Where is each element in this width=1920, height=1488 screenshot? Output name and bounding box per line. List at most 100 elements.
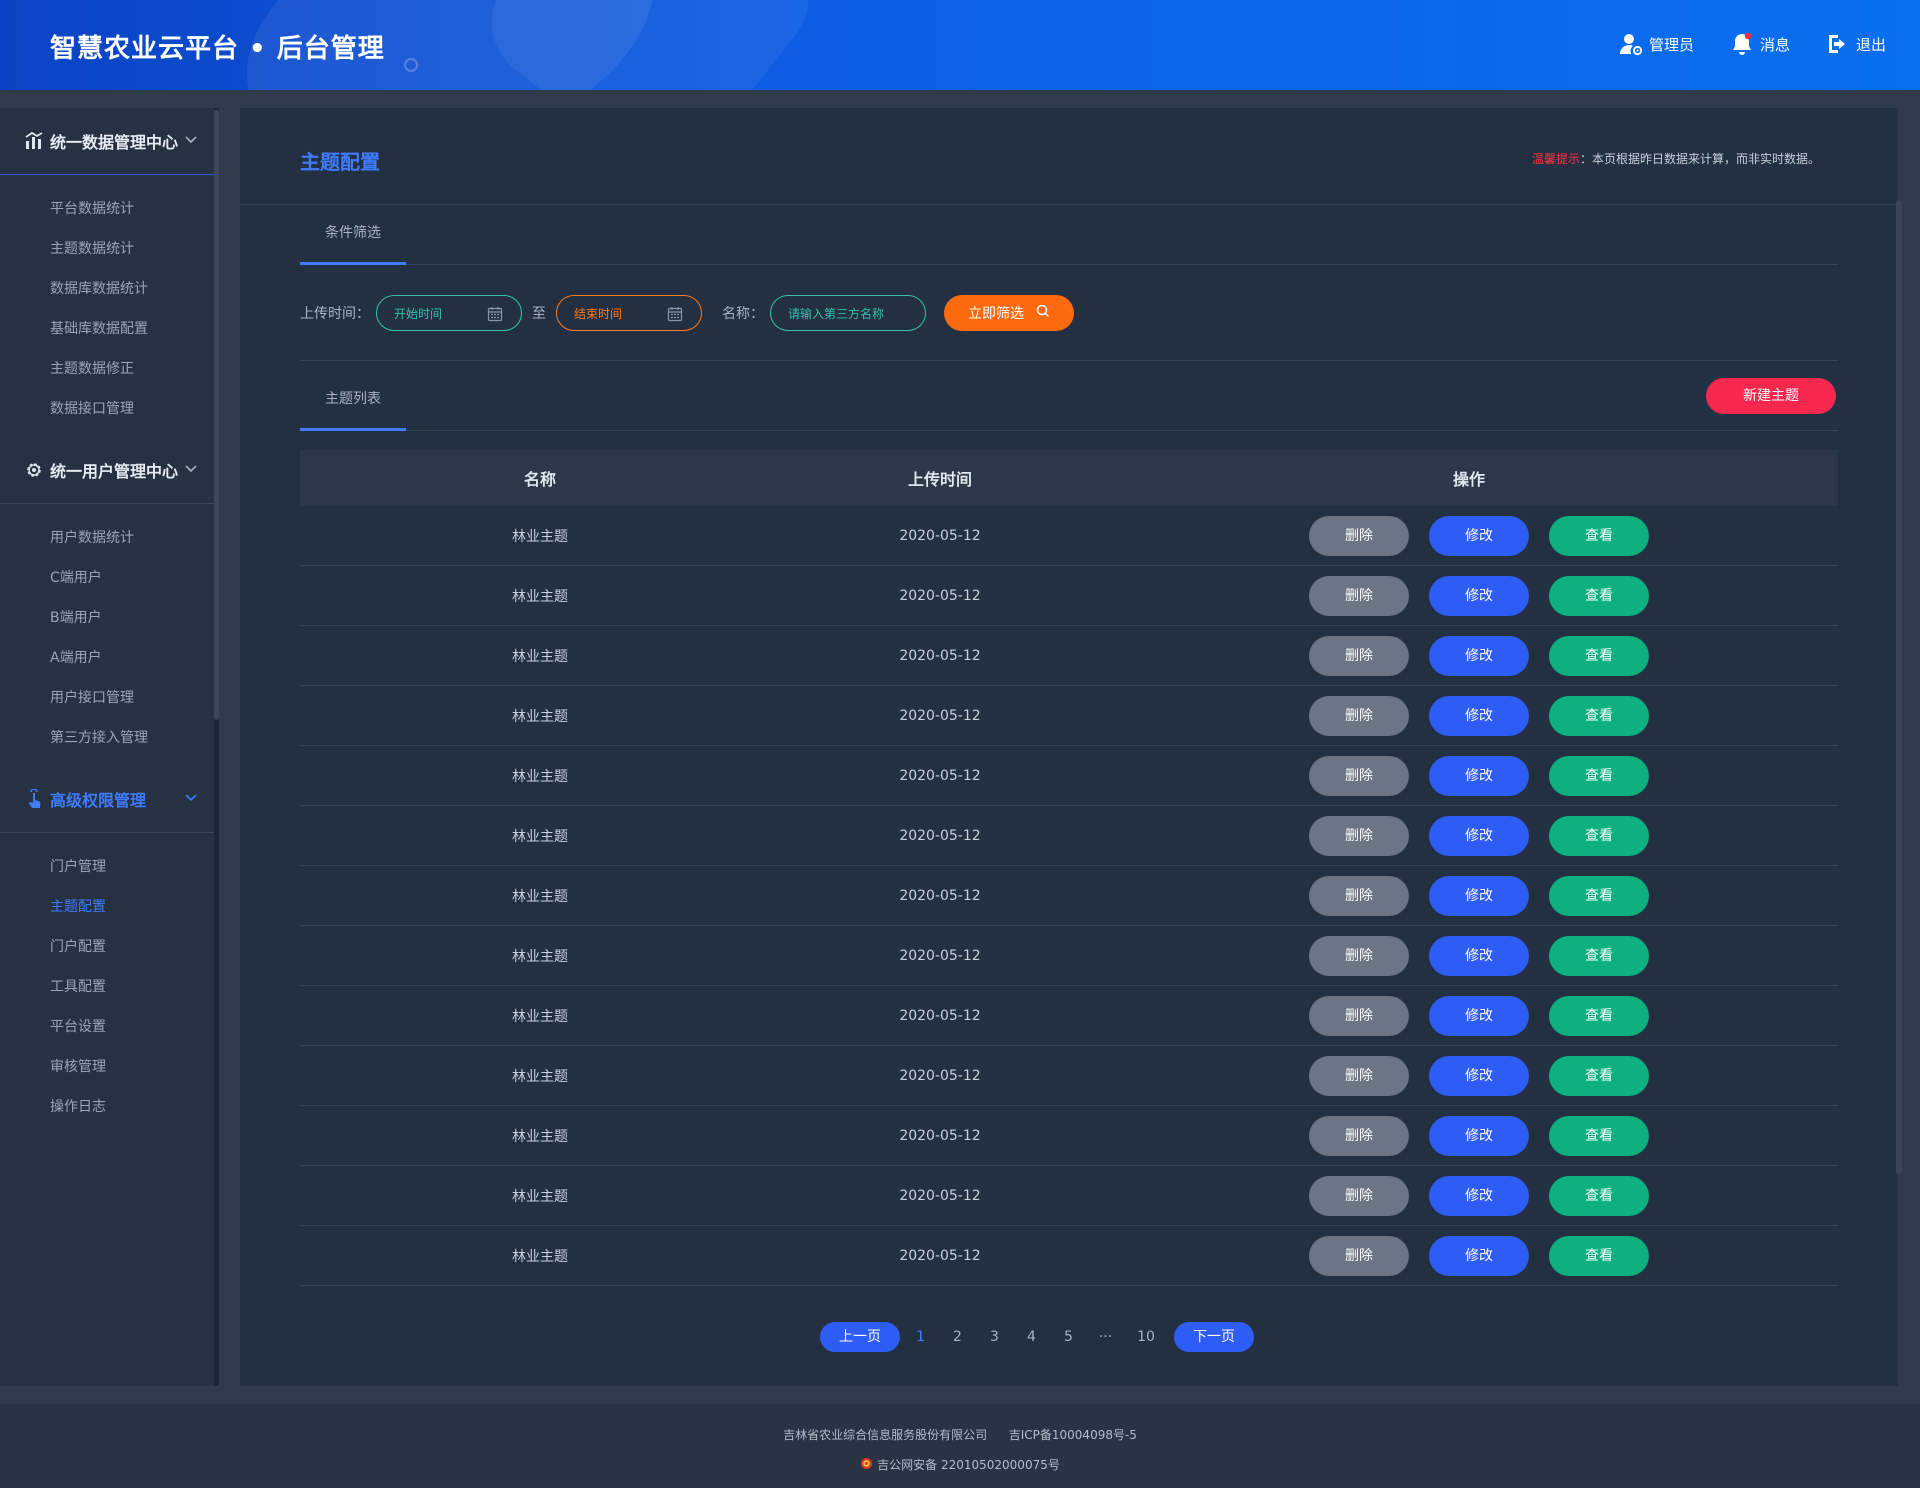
delete-button[interactable]: 删除 <box>1309 875 1409 916</box>
filter-tabbar: 条件筛选 <box>300 204 1838 265</box>
column-header-name: 名称 <box>523 470 556 489</box>
table-row: 林业主题 2020-05-12 删除 修改 查看 <box>300 626 1838 686</box>
admin-button[interactable]: 管理员 <box>1619 32 1694 56</box>
main-scrollbar[interactable] <box>1896 200 1902 1174</box>
name-input[interactable]: 请输入第三方名称 <box>770 295 926 331</box>
footer-police[interactable]: 吉公网安备 22010502000075号 <box>877 1456 1060 1473</box>
search-button[interactable]: 立即筛选 <box>944 295 1074 331</box>
scrollbar-thumb[interactable] <box>214 110 219 720</box>
delete-button[interactable]: 删除 <box>1309 1115 1409 1156</box>
delete-button[interactable]: 删除 <box>1309 755 1409 796</box>
sidebar-group-label: 高级权限管理 <box>50 791 147 810</box>
delete-button[interactable]: 删除 <box>1309 1175 1409 1216</box>
sidebar-item[interactable]: 操作日志 <box>0 1087 216 1127</box>
sidebar-item[interactable]: 平台设置 <box>0 1007 216 1047</box>
tab-list[interactable]: 主题列表 <box>300 371 406 431</box>
sidebar-group-permissions[interactable]: 高级权限管理 <box>0 766 216 832</box>
row-time: 2020-05-12 <box>899 887 981 904</box>
row-actions: 删除 修改 查看 <box>1100 995 1838 1036</box>
page-number[interactable]: 2 <box>939 1329 976 1345</box>
tab-filter[interactable]: 条件筛选 <box>300 205 406 265</box>
edit-button[interactable]: 修改 <box>1429 755 1529 796</box>
edit-button[interactable]: 修改 <box>1429 1055 1529 1096</box>
sidebar-item[interactable]: A端用户 <box>0 638 216 678</box>
delete-button[interactable]: 删除 <box>1309 695 1409 736</box>
view-button[interactable]: 查看 <box>1549 1115 1649 1156</box>
edit-button[interactable]: 修改 <box>1429 1115 1529 1156</box>
delete-button[interactable]: 删除 <box>1309 815 1409 856</box>
footer-icp[interactable]: 吉ICP备10004098号-5 <box>1009 1428 1137 1442</box>
sidebar-item[interactable]: C端用户 <box>0 558 216 598</box>
edit-button[interactable]: 修改 <box>1429 695 1529 736</box>
sidebar-item[interactable]: 基础库数据配置 <box>0 309 216 349</box>
delete-button[interactable]: 删除 <box>1309 1055 1409 1096</box>
footer-company: 吉林省农业综合信息服务股份有限公司 <box>783 1428 988 1442</box>
table-row: 林业主题 2020-05-12 删除 修改 查看 <box>300 686 1838 746</box>
end-date-field[interactable]: 结束时间 <box>556 295 702 331</box>
sidebar-group-user-center[interactable]: 统一用户管理中心 <box>0 437 216 503</box>
sidebar-item[interactable]: 门户管理 <box>0 847 216 887</box>
page-number[interactable]: 4 <box>1013 1329 1050 1345</box>
view-button[interactable]: 查看 <box>1549 695 1649 736</box>
edit-button[interactable]: 修改 <box>1429 875 1529 916</box>
view-button[interactable]: 查看 <box>1549 875 1649 916</box>
table-row: 林业主题 2020-05-12 删除 修改 查看 <box>300 1106 1838 1166</box>
view-button[interactable]: 查看 <box>1549 635 1649 676</box>
view-button[interactable]: 查看 <box>1549 1175 1649 1216</box>
edit-button[interactable]: 修改 <box>1429 815 1529 856</box>
sidebar-item[interactable]: 数据库数据统计 <box>0 269 216 309</box>
prev-page-button[interactable]: 上一页 <box>820 1322 900 1352</box>
delete-button[interactable]: 删除 <box>1309 995 1409 1036</box>
sidebar-item[interactable]: 工具配置 <box>0 967 216 1007</box>
delete-button[interactable]: 删除 <box>1309 1235 1409 1276</box>
page-number[interactable]: 1 <box>902 1329 939 1345</box>
view-button[interactable]: 查看 <box>1549 515 1649 556</box>
start-date-field[interactable]: 开始时间 <box>376 295 522 331</box>
sidebar-item[interactable]: 审核管理 <box>0 1047 216 1087</box>
page-number[interactable]: 10 <box>1124 1329 1168 1345</box>
row-time: 2020-05-12 <box>899 1067 981 1084</box>
sidebar-item[interactable]: 主题数据统计 <box>0 229 216 269</box>
sidebar-item[interactable]: 门户配置 <box>0 927 216 967</box>
row-actions: 删除 修改 查看 <box>1100 935 1838 976</box>
sidebar-item[interactable]: 主题数据修正 <box>0 349 216 389</box>
view-button[interactable]: 查看 <box>1549 1055 1649 1096</box>
delete-button[interactable]: 删除 <box>1309 575 1409 616</box>
sidebar-group-data-center[interactable]: 统一数据管理中心 <box>0 108 216 174</box>
sidebar-item[interactable]: 用户数据统计 <box>0 518 216 558</box>
sidebar-item[interactable]: 平台数据统计 <box>0 189 216 229</box>
sidebar-item[interactable]: 用户接口管理 <box>0 678 216 718</box>
delete-button[interactable]: 删除 <box>1309 635 1409 676</box>
sidebar-scrollbar[interactable] <box>214 108 219 1386</box>
logout-button[interactable]: 退出 <box>1826 32 1886 56</box>
edit-button[interactable]: 修改 <box>1429 1175 1529 1216</box>
edit-button[interactable]: 修改 <box>1429 515 1529 556</box>
table-row: 林业主题 2020-05-12 删除 修改 查看 <box>300 746 1838 806</box>
sidebar-item[interactable]: B端用户 <box>0 598 216 638</box>
view-button[interactable]: 查看 <box>1549 995 1649 1036</box>
edit-button[interactable]: 修改 <box>1429 575 1529 616</box>
new-theme-button[interactable]: 新建主题 <box>1706 378 1836 414</box>
edit-button[interactable]: 修改 <box>1429 935 1529 976</box>
view-button[interactable]: 查看 <box>1549 815 1649 856</box>
edit-button[interactable]: 修改 <box>1429 635 1529 676</box>
row-actions: 删除 修改 查看 <box>1100 815 1838 856</box>
messages-button[interactable]: 消息 <box>1730 32 1790 56</box>
page-numbers: 1 2 3 4 5 ··· 10 <box>902 1329 1168 1345</box>
start-date-placeholder: 开始时间 <box>394 306 443 321</box>
sidebar-item-active[interactable]: 主题配置 <box>0 887 216 927</box>
view-button[interactable]: 查看 <box>1549 1235 1649 1276</box>
next-page-button[interactable]: 下一页 <box>1174 1322 1254 1352</box>
sidebar-item[interactable]: 第三方接入管理 <box>0 718 216 758</box>
sidebar-item[interactable]: 数据接口管理 <box>0 389 216 429</box>
page-number[interactable]: 3 <box>976 1329 1013 1345</box>
edit-button[interactable]: 修改 <box>1429 1235 1529 1276</box>
view-button[interactable]: 查看 <box>1549 755 1649 796</box>
delete-button[interactable]: 删除 <box>1309 935 1409 976</box>
edit-button[interactable]: 修改 <box>1429 995 1529 1036</box>
view-button[interactable]: 查看 <box>1549 575 1649 616</box>
delete-button[interactable]: 删除 <box>1309 515 1409 556</box>
page-number[interactable]: 5 <box>1050 1329 1087 1345</box>
app-title: 智慧农业云平台 • 后台管理 <box>50 34 385 64</box>
view-button[interactable]: 查看 <box>1549 935 1649 976</box>
